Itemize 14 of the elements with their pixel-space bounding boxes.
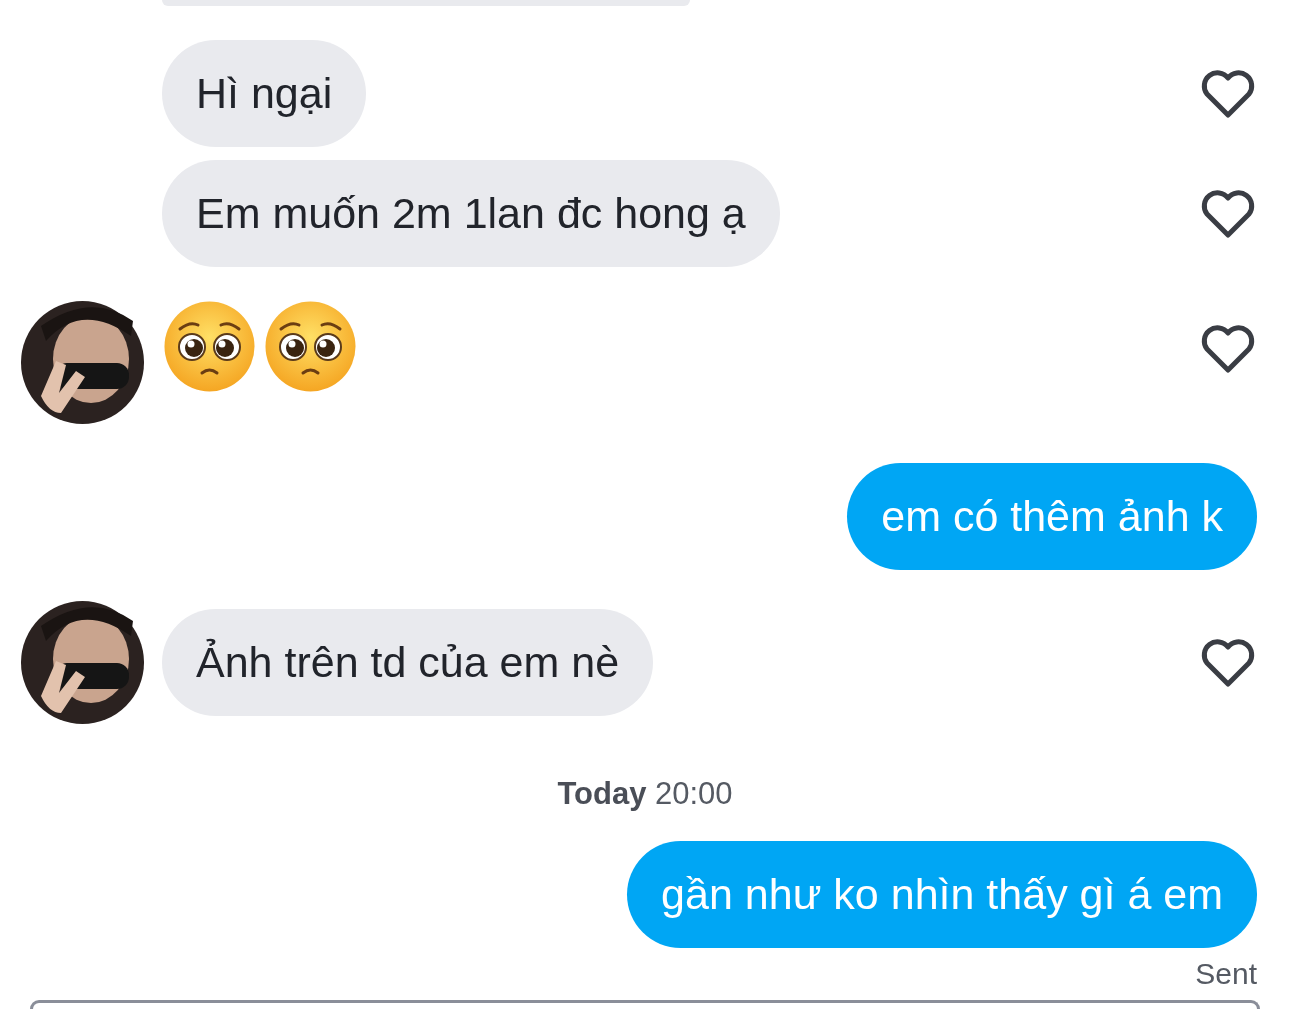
pleading-face-icon: [263, 299, 358, 394]
heart-icon[interactable]: [1200, 637, 1256, 688]
message-bubble: Hì ngại: [162, 40, 367, 147]
pleading-face-icon: [162, 299, 257, 394]
timestamp: Today 20:00: [557, 776, 733, 812]
message-bubble: Em muốn 2m 1lan đc hong ạ: [162, 160, 780, 267]
heart-icon[interactable]: [1200, 188, 1256, 239]
message-field[interactable]: [30, 1000, 1260, 1009]
heart-icon[interactable]: [1200, 324, 1256, 374]
message-bubble: Ảnh trên td của em nè: [162, 609, 654, 716]
message-bubble: gần như ko nhìn thấy gì á em: [627, 841, 1257, 948]
delivery-status: Sent: [1195, 958, 1257, 990]
heart-icon[interactable]: [1200, 68, 1256, 119]
message-bubble: em có thêm ảnh k: [847, 463, 1257, 570]
